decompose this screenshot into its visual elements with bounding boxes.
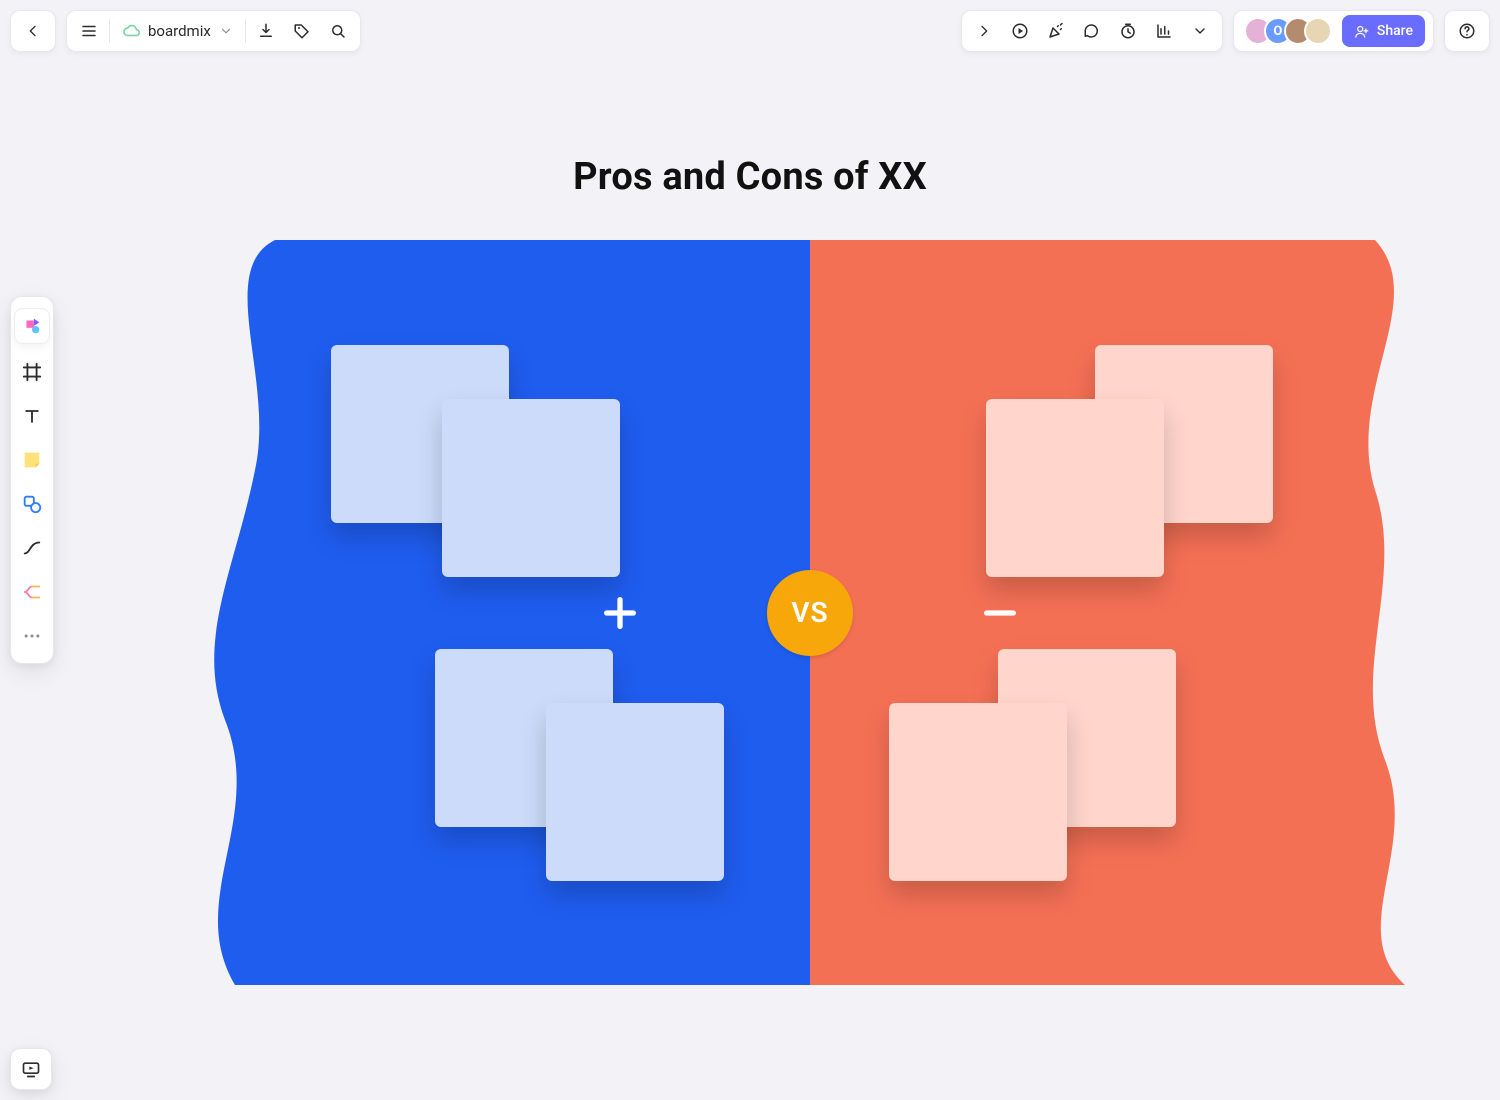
vs-label: VS — [791, 596, 828, 629]
canvas[interactable]: Pros and Cons of XX VS — [0, 0, 1500, 1100]
sticky-note[interactable] — [546, 703, 724, 881]
plus-icon — [600, 593, 640, 633]
sticky-note[interactable] — [442, 399, 620, 577]
minus-icon — [980, 593, 1020, 633]
canvas-title[interactable]: Pros and Cons of XX — [0, 155, 1500, 199]
pros-cons-board[interactable]: VS — [195, 240, 1425, 985]
sticky-note[interactable] — [889, 703, 1067, 881]
sticky-note[interactable] — [986, 399, 1164, 577]
vs-badge[interactable]: VS — [767, 570, 853, 656]
